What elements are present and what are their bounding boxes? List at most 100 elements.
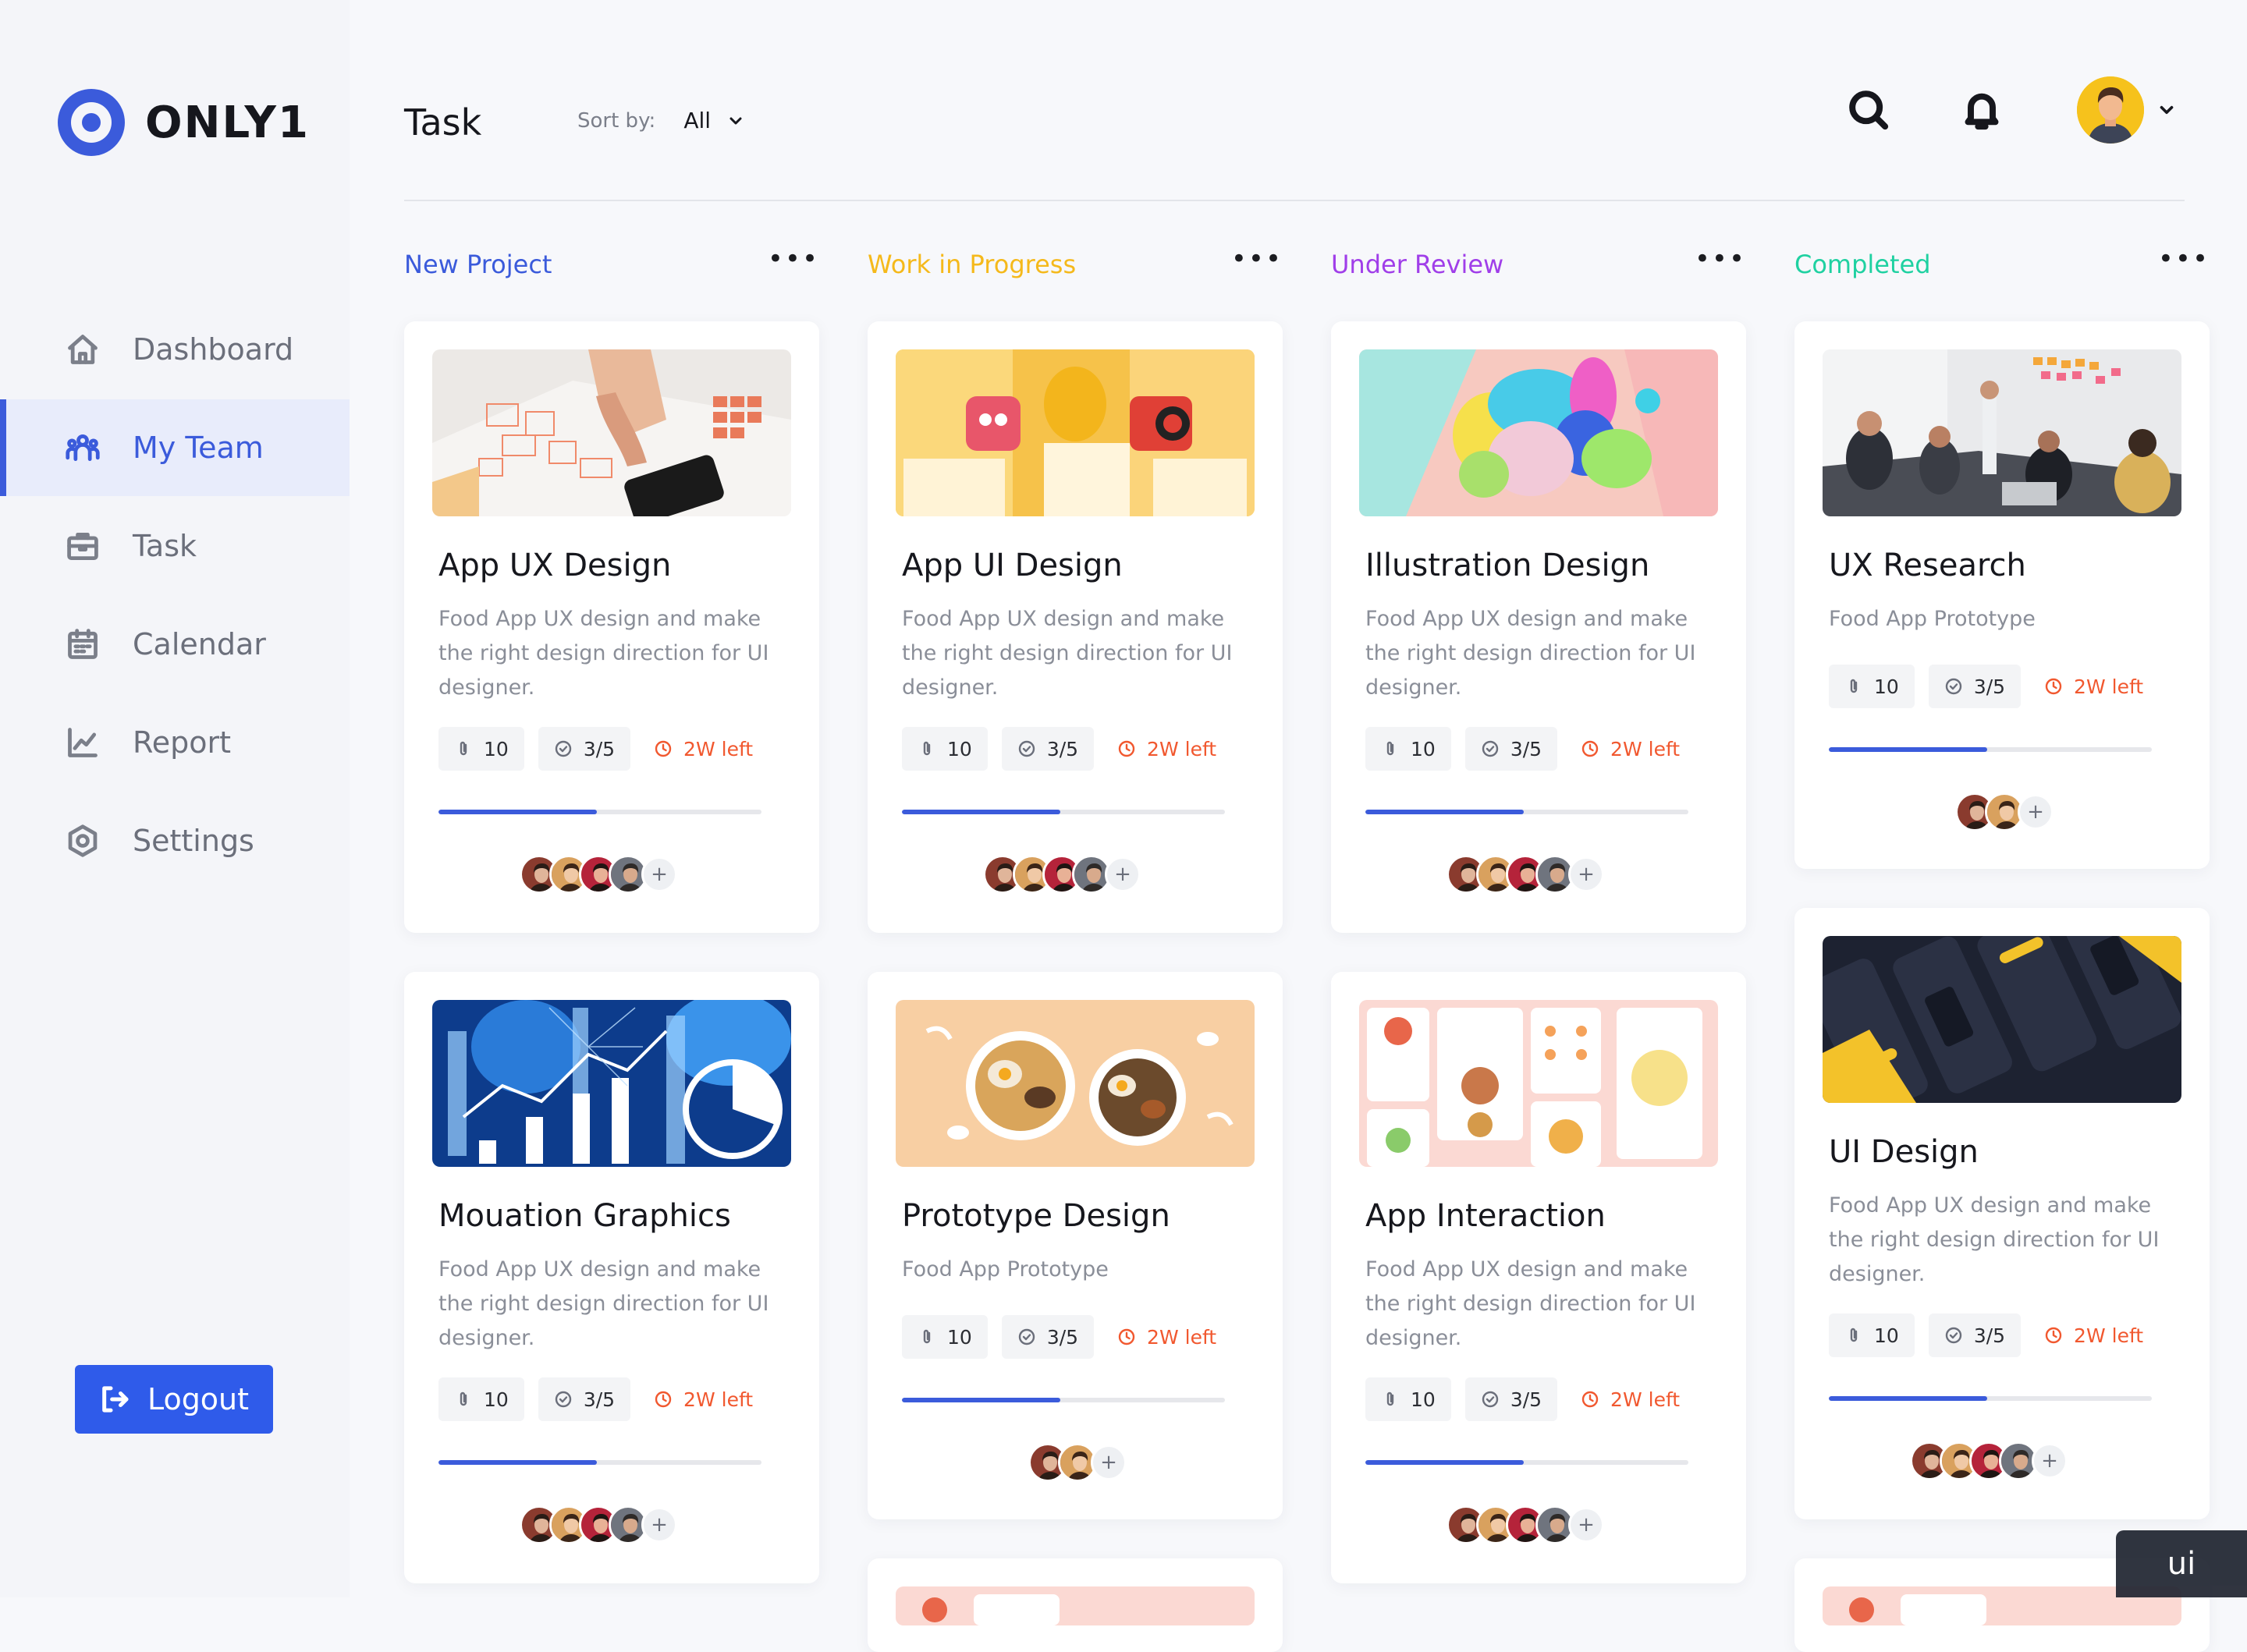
- sidebar-item-label: Dashboard: [133, 332, 294, 367]
- column-header-under-review: Under Review •••: [1331, 246, 1746, 282]
- attachments-chip[interactable]: 10: [1365, 727, 1451, 771]
- card-title: App UX Design: [438, 548, 672, 583]
- column-menu-icon[interactable]: •••: [2158, 246, 2210, 278]
- check-circle-icon: [1481, 739, 1500, 758]
- task-card-prototype-design[interactable]: Prototype Design Food App Prototype 10 3…: [868, 972, 1283, 1519]
- attachments-chip[interactable]: 10: [1365, 1377, 1451, 1421]
- subtasks-chip[interactable]: 3/5: [538, 1377, 631, 1421]
- clock-icon: [654, 1390, 673, 1409]
- thumbnail-abstract-blobs: [1359, 349, 1718, 516]
- due-chip: 2W left: [1571, 1377, 1689, 1421]
- add-member-button[interactable]: +: [1105, 856, 1141, 892]
- thumbnail-product-app-screens: [896, 349, 1255, 516]
- task-card-app-ux-design[interactable]: App UX Design Food App UX design and mak…: [404, 321, 819, 933]
- column-title: Completed: [1794, 250, 1931, 279]
- attachments-chip[interactable]: 10: [902, 727, 988, 771]
- member-avatars: +: [520, 1505, 677, 1544]
- card-thumbnail: [1823, 936, 2181, 1103]
- sidebar-item-my-team[interactable]: My Team: [0, 399, 350, 496]
- member-avatars: +: [1447, 1505, 1604, 1544]
- sidebar-item-settings[interactable]: Settings: [0, 792, 350, 889]
- card-description: Food App Prototype: [1829, 607, 2036, 631]
- card-meta: 10 3/5 2W left: [902, 1315, 1240, 1359]
- column-menu-icon[interactable]: •••: [1231, 246, 1283, 278]
- add-member-button[interactable]: +: [1568, 856, 1604, 892]
- subtasks-chip[interactable]: 3/5: [1928, 1313, 2022, 1357]
- add-member-button[interactable]: +: [2018, 794, 2054, 830]
- search-button[interactable]: [1846, 87, 1890, 131]
- app-logo[interactable]: ONLY1: [58, 89, 310, 156]
- progress-bar: [902, 810, 1225, 814]
- check-circle-icon: [1944, 677, 1963, 696]
- task-card-illustration-design[interactable]: Illustration Design Food App UX design a…: [1331, 321, 1746, 933]
- task-card-ux-research[interactable]: UX Research Food App Prototype 10 3/5 2W…: [1794, 321, 2210, 869]
- subtasks-chip[interactable]: 3/5: [1928, 665, 2022, 708]
- subtasks-chip[interactable]: 3/5: [1464, 727, 1558, 771]
- due-text: 2W left: [2074, 675, 2144, 698]
- add-member-button[interactable]: +: [1091, 1445, 1127, 1480]
- sidebar-item-report[interactable]: Report: [0, 694, 350, 791]
- notifications-button[interactable]: [1960, 87, 2004, 131]
- team-icon: [66, 431, 100, 465]
- card-thumbnail: [432, 1000, 791, 1167]
- task-card-partial[interactable]: [868, 1558, 1283, 1652]
- card-description: Food App Prototype: [902, 1257, 1109, 1282]
- column-menu-icon[interactable]: •••: [768, 246, 819, 278]
- logout-button[interactable]: Logout: [75, 1365, 273, 1434]
- home-icon: [66, 332, 100, 367]
- subtasks-chip[interactable]: 3/5: [1001, 727, 1095, 771]
- member-avatars: +: [983, 855, 1141, 894]
- card-thumbnail: [896, 1000, 1255, 1167]
- member-avatars: +: [1028, 1443, 1127, 1482]
- attachments-chip[interactable]: 10: [438, 1377, 524, 1421]
- attachments-chip[interactable]: 10: [1829, 665, 1915, 708]
- attachments-chip[interactable]: 10: [902, 1315, 988, 1359]
- column-title: New Project: [404, 250, 552, 279]
- due-chip: 2W left: [2035, 1313, 2153, 1357]
- subtasks-chip[interactable]: 3/5: [1464, 1377, 1558, 1421]
- clock-icon: [1581, 1390, 1599, 1409]
- subtasks-chip[interactable]: 3/5: [1001, 1315, 1095, 1359]
- user-avatar[interactable]: [2077, 76, 2144, 144]
- chevron-down-icon: [2160, 105, 2174, 115]
- subtasks-count: 3/5: [1973, 675, 2006, 698]
- paperclip-icon: [1381, 739, 1400, 758]
- column-title: Work in Progress: [868, 250, 1077, 279]
- sidebar-item-dashboard[interactable]: Dashboard: [0, 301, 350, 398]
- task-card-app-ui-design[interactable]: App UI Design Food App UX design and mak…: [868, 321, 1283, 933]
- due-chip: 2W left: [2035, 665, 2153, 708]
- due-chip: 2W left: [644, 1377, 762, 1421]
- add-member-button[interactable]: +: [641, 1507, 677, 1543]
- check-circle-icon: [1481, 1390, 1500, 1409]
- column-menu-icon[interactable]: •••: [1695, 246, 1746, 278]
- app-name: ONLY1: [145, 97, 310, 148]
- task-card-ui-design[interactable]: UI Design Food App UX design and make th…: [1794, 908, 2210, 1519]
- progress-fill: [1829, 1396, 1987, 1401]
- thumbnail-partial: [896, 1586, 1255, 1625]
- sort-dropdown[interactable]: Sort by: All: [577, 108, 745, 133]
- sidebar-item-label: My Team: [133, 431, 264, 465]
- account-menu-toggle[interactable]: [2156, 100, 2177, 120]
- clock-icon: [1581, 739, 1599, 758]
- paperclip-icon: [1844, 1326, 1863, 1345]
- paperclip-icon: [1381, 1390, 1400, 1409]
- attachments-chip[interactable]: 10: [1829, 1313, 1915, 1357]
- chevron-down-icon: [729, 117, 742, 124]
- due-chip: 2W left: [1571, 727, 1689, 771]
- subtasks-chip[interactable]: 3/5: [538, 727, 631, 771]
- task-card-motion-graphics[interactable]: Mouation Graphics Food App UX design and…: [404, 972, 819, 1583]
- paperclip-icon: [1844, 677, 1863, 696]
- member-avatars: +: [1447, 855, 1604, 894]
- sidebar-item-task[interactable]: Task: [0, 498, 350, 594]
- paperclip-icon: [454, 739, 473, 758]
- thumbnail-wireframe-sketching: [432, 349, 791, 516]
- add-member-button[interactable]: +: [641, 856, 677, 892]
- card-title: UI Design: [1829, 1134, 1979, 1170]
- task-card-app-interaction[interactable]: App Interaction Food App UX design and m…: [1331, 972, 1746, 1583]
- add-member-button[interactable]: +: [1568, 1507, 1604, 1543]
- column-header-new-project: New Project •••: [404, 246, 819, 282]
- add-member-button[interactable]: +: [2032, 1443, 2068, 1479]
- attachments-count: 10: [484, 737, 509, 760]
- sidebar-item-calendar[interactable]: Calendar: [0, 596, 350, 693]
- attachments-chip[interactable]: 10: [438, 727, 524, 771]
